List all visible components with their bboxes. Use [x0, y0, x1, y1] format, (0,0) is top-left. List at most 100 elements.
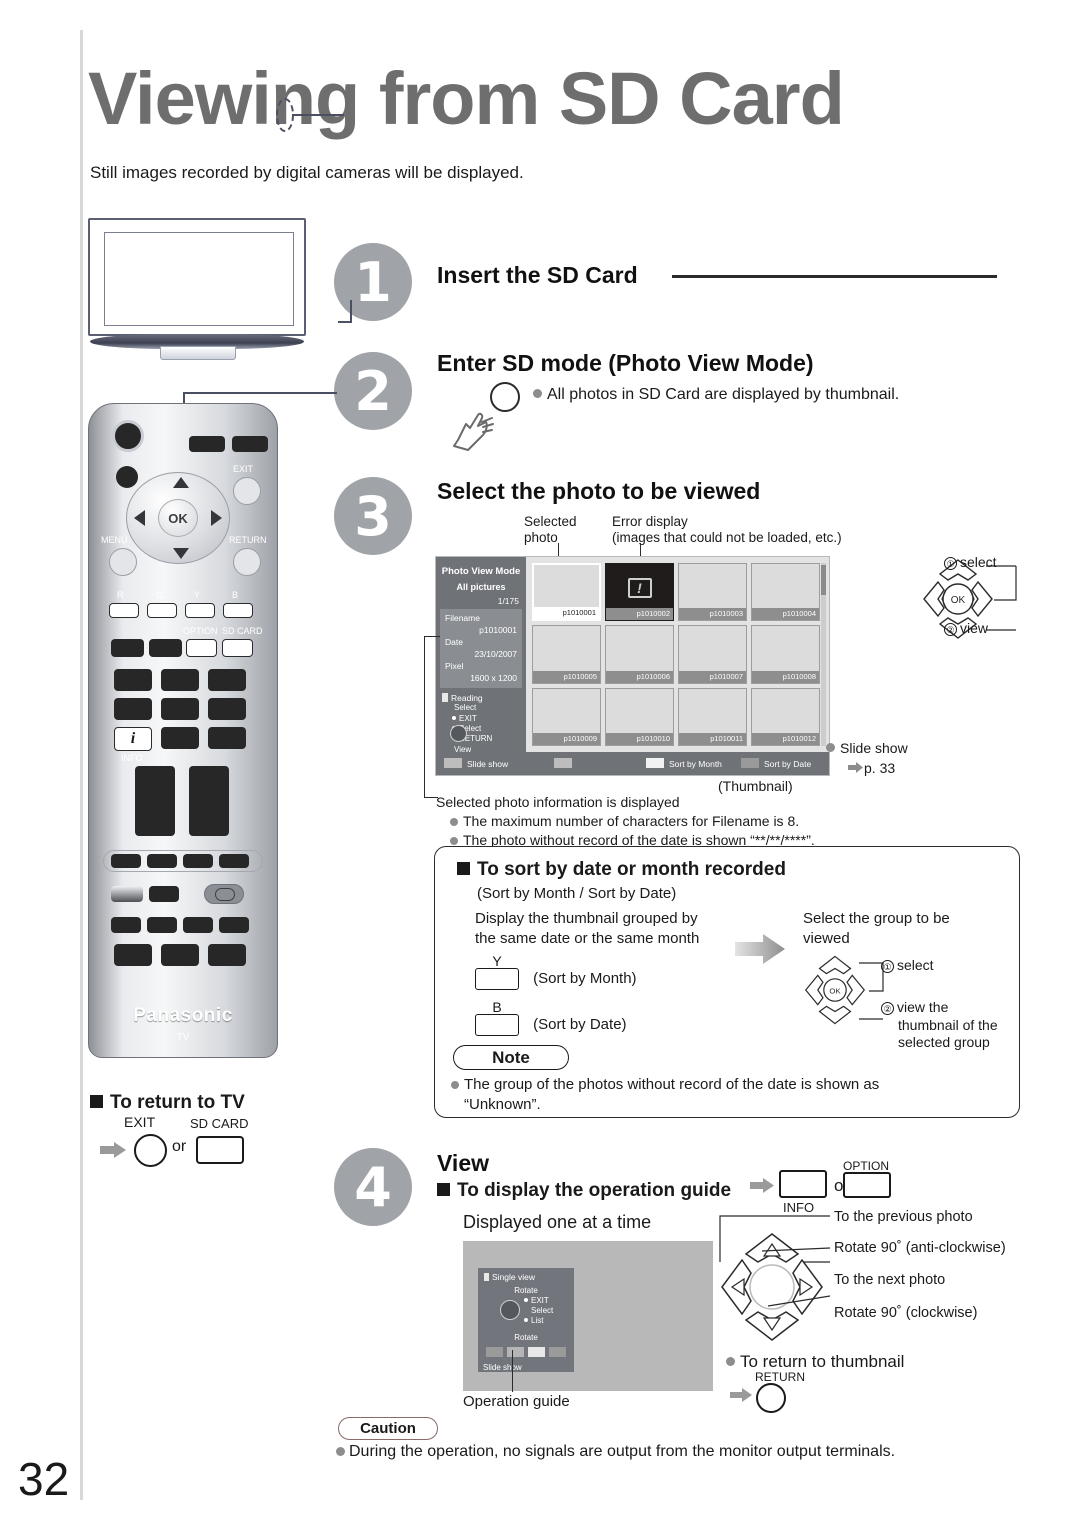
yellow-key-button[interactable]: Y	[475, 953, 519, 990]
dpad-step1-select: ① select	[944, 554, 997, 572]
remote-return-button[interactable]	[233, 548, 261, 576]
remote-dpad[interactable]: OK	[126, 472, 230, 564]
remote-toggle-switch[interactable]	[204, 884, 244, 904]
remote-bottom-button[interactable]	[161, 944, 199, 966]
remote-info-label: INFO	[121, 753, 143, 763]
return-exit-button[interactable]	[134, 1134, 167, 1167]
bottom-bar-blank[interactable]	[554, 758, 577, 769]
remote-num-button[interactable]	[208, 698, 246, 720]
thumbnail-cell[interactable]: p1010011	[678, 687, 747, 746]
thumbnail-caption: p1010006	[606, 670, 673, 683]
sv-key-select: Select	[524, 1306, 553, 1316]
info-key-button[interactable]	[779, 1170, 827, 1198]
thumbnail-caption: p1010002	[606, 608, 673, 621]
remote-top-button-1[interactable]	[189, 436, 225, 452]
operation-guide-heading: To display the operation guide	[437, 1180, 731, 1202]
thumbnail-cell-error[interactable]: ! p1010002	[605, 563, 674, 622]
remote-dpad-right-icon[interactable]	[211, 510, 222, 526]
single-view-screen-mock: Single view Rotate EXIT Select List Rota…	[463, 1241, 713, 1391]
remote-bottom-button[interactable]	[183, 917, 213, 933]
remote-info-button[interactable]: i	[114, 727, 152, 751]
remote-pill-button[interactable]	[147, 854, 177, 868]
thumbnail-cell[interactable]: p1010005	[532, 625, 601, 684]
screen-key-hints: EXIT Select RETURN	[436, 714, 526, 744]
remote-pill-button[interactable]	[111, 854, 141, 868]
blue-key-button[interactable]: B	[475, 999, 519, 1036]
thumbnail-cell[interactable]: p1010012	[751, 687, 820, 746]
remote-color-y-button[interactable]	[185, 603, 215, 618]
step-2-heading: Enter SD mode (Photo View Mode)	[437, 350, 814, 376]
remote-option-label: OPTION	[183, 626, 218, 636]
remote-dpad-up-icon[interactable]	[173, 477, 189, 488]
card-icon	[484, 1273, 489, 1281]
remote-bottom-button[interactable]	[147, 917, 177, 933]
step-3-badge: 3	[334, 477, 412, 555]
remote-volume-bar[interactable]	[135, 766, 175, 836]
remote-num-button[interactable]	[161, 727, 199, 749]
remote-pill-button[interactable]	[219, 854, 249, 868]
remote-dpad-left-icon[interactable]	[134, 510, 145, 526]
thumbnail-cell[interactable]: p1010008	[751, 625, 820, 684]
remote-color-r-button[interactable]	[109, 603, 139, 618]
thumbnail-cell[interactable]: p1010006	[605, 625, 674, 684]
remote-num-button[interactable]	[208, 727, 246, 749]
remote-misc-button-1[interactable]	[111, 639, 144, 657]
remote-power-button[interactable]	[112, 420, 144, 452]
remote-num-button[interactable]	[161, 698, 199, 720]
scrollbar-thumb[interactable]	[821, 565, 826, 595]
svg-text:OK: OK	[951, 595, 966, 606]
remote-small-button[interactable]	[149, 886, 179, 902]
thumbnail-cell[interactable]: p1010004	[751, 563, 820, 622]
remote-option-button[interactable]	[186, 639, 217, 657]
thumbnail-cell[interactable]: p1010003	[678, 563, 747, 622]
note-badge: Note	[453, 1045, 569, 1070]
sort-left-text-l1: Display the thumbnail grouped by	[475, 910, 698, 927]
screen-scrollbar[interactable]	[821, 563, 826, 746]
thumbnail-cell[interactable]: p1010009	[532, 687, 601, 746]
info-filename-value: p1010001	[479, 625, 517, 636]
page-subtitle: Still images recorded by digital cameras…	[90, 163, 524, 182]
thumbnail-cell[interactable]: p1010001	[532, 563, 601, 622]
remote-sdcard-button[interactable]	[222, 639, 253, 657]
sv-key-list: List	[524, 1316, 553, 1326]
return-sdcard-button[interactable]	[196, 1136, 244, 1164]
remote-return-label: RETURN	[229, 535, 267, 545]
circled-number-1-icon: ①	[944, 557, 957, 570]
thumbnail-cell[interactable]: p1010007	[678, 625, 747, 684]
dpad-leader-lines-step4	[719, 1215, 831, 1307]
return-key-button[interactable]	[756, 1383, 786, 1413]
remote-num-button[interactable]	[161, 669, 199, 691]
bottom-bar-sort-date[interactable]: Sort by Date	[741, 758, 811, 769]
remote-bottom-button[interactable]	[114, 944, 152, 966]
remote-bottom-button[interactable]	[219, 917, 249, 933]
thumbnail-cell[interactable]: p1010010	[605, 687, 674, 746]
bullet-dot-icon	[450, 836, 458, 845]
remote-num-button[interactable]	[208, 669, 246, 691]
remote-channel-bar[interactable]	[189, 766, 229, 836]
remote-top-button-2[interactable]	[232, 436, 268, 452]
remote-exit-button[interactable]	[233, 477, 261, 505]
single-view-swatch-row	[478, 1347, 574, 1359]
step-3-heading: Select the photo to be viewed	[437, 478, 761, 504]
remote-num-button[interactable]	[114, 669, 152, 691]
note-body-l2: “Unknown”.	[464, 1095, 541, 1113]
remote-color-b-button[interactable]	[223, 603, 253, 618]
remote-misc-button-2[interactable]	[149, 639, 182, 657]
bottom-bar-sort-month[interactable]: Sort by Month	[646, 758, 722, 769]
remote-gray-button[interactable]	[111, 886, 143, 902]
svg-text:OK: OK	[829, 986, 841, 995]
bottom-bar-slideshow[interactable]: Slide show	[444, 758, 508, 769]
remote-ok-button[interactable]: OK	[158, 499, 198, 537]
left-margin-rule	[80, 30, 83, 1500]
remote-bottom-button[interactable]	[208, 944, 246, 966]
step1-connector-v	[350, 300, 352, 323]
remote-dpad-down-icon[interactable]	[173, 548, 189, 559]
step2-connector-h	[183, 392, 337, 394]
remote-bottom-button[interactable]	[111, 917, 141, 933]
option-key-button[interactable]	[843, 1172, 891, 1198]
remote-pill-button[interactable]	[183, 854, 213, 868]
screen-key-exit: EXIT	[452, 714, 526, 724]
remote-color-g-button[interactable]	[147, 603, 177, 618]
remote-num-button[interactable]	[114, 698, 152, 720]
step-4-heading: View	[437, 1150, 489, 1176]
